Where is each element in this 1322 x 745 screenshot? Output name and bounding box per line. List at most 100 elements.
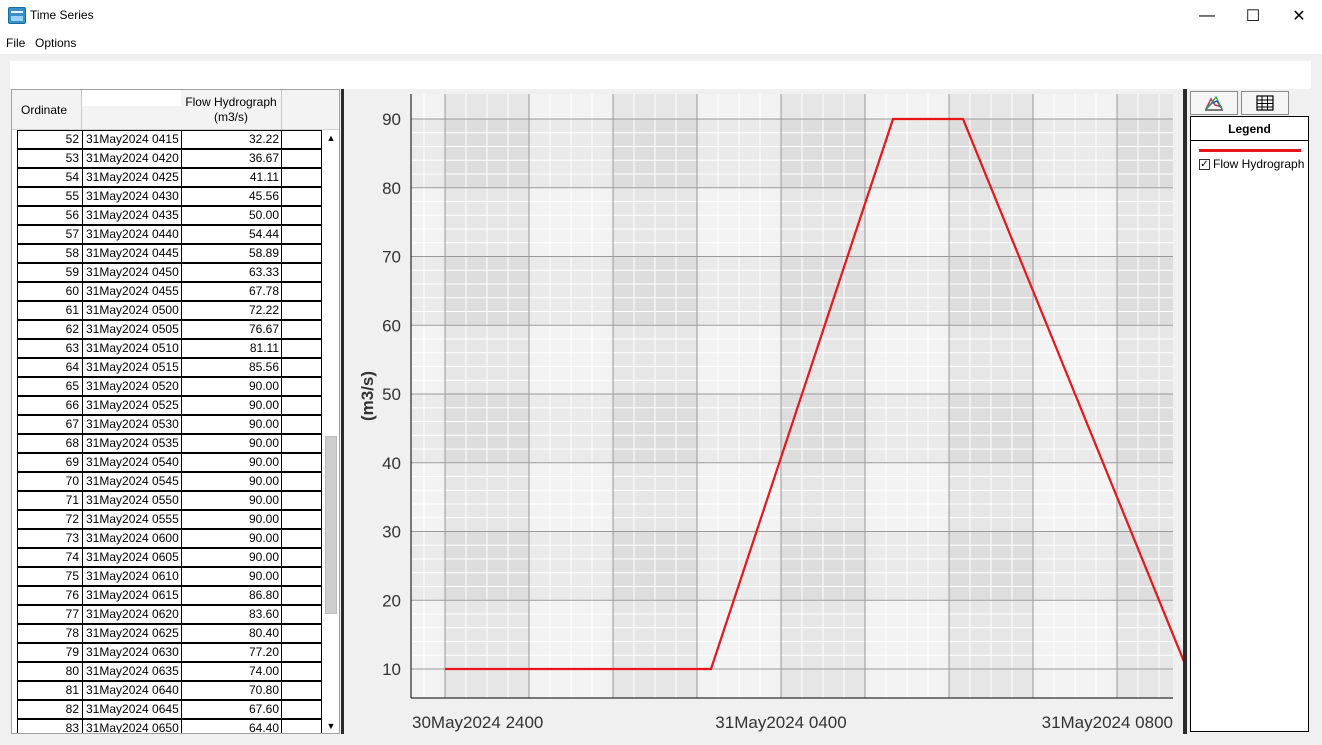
cell-ordinate[interactable]: 57 [17,225,83,244]
cell-date[interactable]: 31May2024 0650 [82,719,182,733]
cell-flow[interactable]: 74.00 [181,662,282,681]
cell-ordinate[interactable]: 70 [17,472,83,491]
cell-flow[interactable]: 58.89 [181,244,282,263]
table-row[interactable]: 78 31May2024 0625 80.40 [17,624,322,643]
cell-date[interactable]: 31May2024 0610 [82,567,182,586]
cell-flow[interactable]: 67.78 [181,282,282,301]
cell-date[interactable]: 31May2024 0525 [82,396,182,415]
cell-ordinate[interactable]: 79 [17,643,83,662]
cell-ordinate[interactable]: 53 [17,149,83,168]
cell-date[interactable]: 31May2024 0620 [82,605,182,624]
table-row[interactable]: 77 31May2024 0620 83.60 [17,605,322,624]
cell-flow[interactable]: 54.44 [181,225,282,244]
table-row[interactable]: 76 31May2024 0615 86.80 [17,586,322,605]
cell-flow[interactable]: 45.56 [181,187,282,206]
cell-flow[interactable]: 72.22 [181,301,282,320]
cell-ordinate[interactable]: 82 [17,700,83,719]
table-row[interactable]: 68 31May2024 0535 90.00 [17,434,322,453]
table-row[interactable]: 61 31May2024 0500 72.22 [17,301,322,320]
cell-date[interactable]: 31May2024 0540 [82,453,182,472]
cell-flow[interactable]: 90.00 [181,491,282,510]
cell-flow[interactable]: 41.11 [181,168,282,187]
cell-ordinate[interactable]: 78 [17,624,83,643]
legend-checkbox[interactable]: ✓ [1199,158,1210,170]
cell-ordinate[interactable]: 69 [17,453,83,472]
cell-date[interactable]: 31May2024 0430 [82,187,182,206]
cell-date[interactable]: 31May2024 0515 [82,358,182,377]
table-row[interactable]: 70 31May2024 0545 90.00 [17,472,322,491]
scroll-up-icon[interactable]: ▲ [323,130,339,146]
cell-flow[interactable]: 90.00 [181,415,282,434]
cell-flow[interactable]: 86.80 [181,586,282,605]
table-row[interactable]: 52 31May2024 0415 32.22 [17,130,322,149]
cell-ordinate[interactable]: 52 [17,130,83,149]
table-row[interactable]: 74 31May2024 0605 90.00 [17,548,322,567]
table-row[interactable]: 60 31May2024 0455 67.78 [17,282,322,301]
cell-date[interactable]: 31May2024 0625 [82,624,182,643]
cell-date[interactable]: 31May2024 0545 [82,472,182,491]
cell-flow[interactable]: 63.33 [181,263,282,282]
cell-flow[interactable]: 90.00 [181,548,282,567]
cell-date[interactable]: 31May2024 0425 [82,168,182,187]
cell-ordinate[interactable]: 56 [17,206,83,225]
cell-date[interactable]: 31May2024 0505 [82,320,182,339]
cell-ordinate[interactable]: 77 [17,605,83,624]
table-row[interactable]: 63 31May2024 0510 81.11 [17,339,322,358]
table-row[interactable]: 82 31May2024 0645 67.60 [17,700,322,719]
maximize-button[interactable]: ☐ [1230,0,1276,32]
cell-flow[interactable]: 81.11 [181,339,282,358]
cell-flow[interactable]: 90.00 [181,377,282,396]
column-header-flow[interactable]: Flow Hydrograph (m3/s) [181,90,282,130]
vertical-scrollbar[interactable]: ▲ ▼ [323,130,339,733]
scroll-thumb[interactable] [325,436,337,614]
cell-flow[interactable]: 36.67 [181,149,282,168]
cell-flow[interactable]: 90.00 [181,396,282,415]
cell-ordinate[interactable]: 71 [17,491,83,510]
column-header-ordinate[interactable]: Ordinate [12,90,82,130]
cell-date[interactable]: 31May2024 0440 [82,225,182,244]
cell-flow[interactable]: 76.67 [181,320,282,339]
cell-date[interactable]: 31May2024 0615 [82,586,182,605]
table-row[interactable]: 58 31May2024 0445 58.89 [17,244,322,263]
table-row[interactable]: 79 31May2024 0630 77.20 [17,643,322,662]
table-row[interactable]: 72 31May2024 0555 90.00 [17,510,322,529]
cell-flow[interactable]: 50.00 [181,206,282,225]
table-row[interactable]: 55 31May2024 0430 45.56 [17,187,322,206]
table-row[interactable]: 62 31May2024 0505 76.67 [17,320,322,339]
cell-date[interactable]: 31May2024 0630 [82,643,182,662]
table-view-button[interactable] [1241,91,1289,115]
cell-date[interactable]: 31May2024 0450 [82,263,182,282]
table-row[interactable]: 81 31May2024 0640 70.80 [17,681,322,700]
cell-flow[interactable]: 90.00 [181,529,282,548]
cell-date[interactable]: 31May2024 0645 [82,700,182,719]
cell-ordinate[interactable]: 54 [17,168,83,187]
table-row[interactable]: 65 31May2024 0520 90.00 [17,377,322,396]
cell-flow[interactable]: 32.22 [181,130,282,149]
cell-date[interactable]: 31May2024 0640 [82,681,182,700]
table-row[interactable]: 75 31May2024 0610 90.00 [17,567,322,586]
table-row[interactable]: 71 31May2024 0550 90.00 [17,491,322,510]
cell-date[interactable]: 31May2024 0530 [82,415,182,434]
cell-ordinate[interactable]: 80 [17,662,83,681]
cell-ordinate[interactable]: 60 [17,282,83,301]
cell-ordinate[interactable]: 67 [17,415,83,434]
cell-ordinate[interactable]: 55 [17,187,83,206]
cell-flow[interactable]: 90.00 [181,510,282,529]
cell-ordinate[interactable]: 66 [17,396,83,415]
cell-flow[interactable]: 90.00 [181,434,282,453]
cell-date[interactable]: 31May2024 0510 [82,339,182,358]
table-row[interactable]: 59 31May2024 0450 63.33 [17,263,322,282]
cell-date[interactable]: 31May2024 0520 [82,377,182,396]
cell-ordinate[interactable]: 76 [17,586,83,605]
cell-date[interactable]: 31May2024 0445 [82,244,182,263]
cell-ordinate[interactable]: 65 [17,377,83,396]
table-row[interactable]: 57 31May2024 0440 54.44 [17,225,322,244]
cell-date[interactable]: 31May2024 0555 [82,510,182,529]
menu-options[interactable]: Options [35,36,76,50]
scroll-down-icon[interactable]: ▼ [323,718,339,733]
cell-ordinate[interactable]: 81 [17,681,83,700]
cell-ordinate[interactable]: 62 [17,320,83,339]
cell-date[interactable]: 31May2024 0435 [82,206,182,225]
cell-date[interactable]: 31May2024 0455 [82,282,182,301]
column-header-date[interactable] [82,90,181,106]
